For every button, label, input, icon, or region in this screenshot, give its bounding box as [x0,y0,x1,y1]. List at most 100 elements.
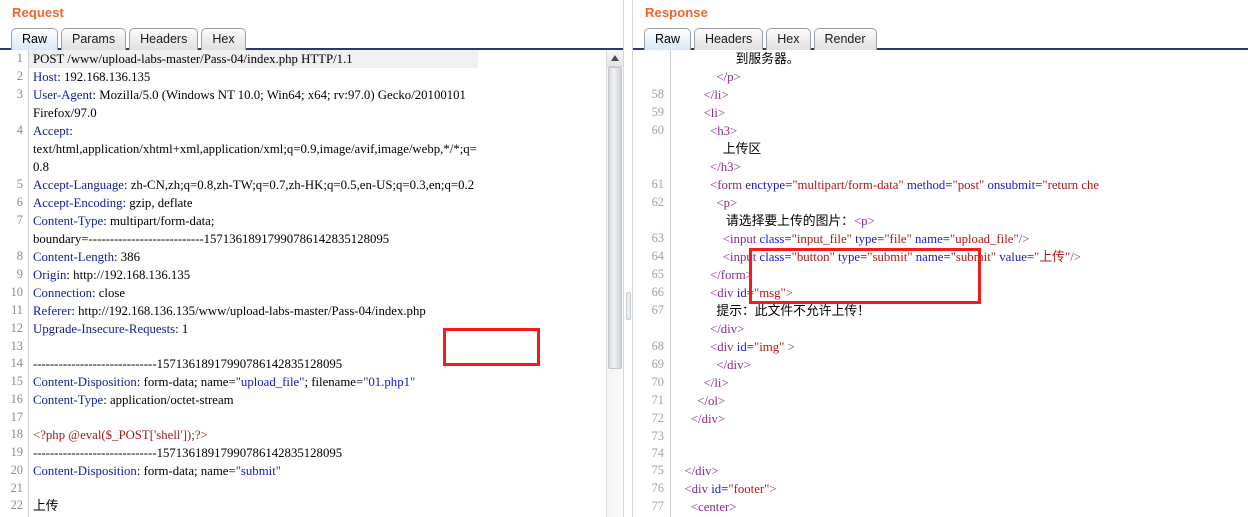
code-line: boundary=---------------------------1571… [0,230,478,248]
code-token: name [915,250,944,264]
code-token: 请选择要上传的图片： [678,214,854,228]
code-token: "submit" [950,250,996,264]
request-tab-params[interactable]: Params [61,28,127,50]
code-token: id [711,482,722,496]
line-content: Host: 192.168.136.135 [29,68,478,86]
line-number: 72 [633,410,671,428]
request-tab-raw[interactable]: Raw [11,28,59,50]
code-line: Firefox/97.0 [0,104,478,122]
line-number: 14 [0,355,29,373]
code-token: <div [710,286,737,300]
code-token: /> [1070,250,1081,264]
line-number: 16 [0,391,29,409]
code-token: -----------------------------15713618917… [33,446,343,460]
line-content: -----------------------------15713618917… [29,444,478,462]
line-content: Firefox/97.0 [29,104,478,122]
line-content: <li> [671,104,1101,122]
line-content: POST /www/upload-labs-master/Pass-04/ind… [28,50,478,68]
code-line: 14 -----------------------------157136189… [0,355,478,373]
response-tab-raw[interactable]: Raw [644,28,692,50]
code-token: </ol> [697,394,726,408]
line-content: Content-Disposition: form-data; name="su… [29,462,478,480]
code-token: Upgrade-Insecure-Requests [33,322,176,336]
code-token: text/html,application/xhtml+xml,applicat… [33,142,477,156]
code-token: Referer [33,304,72,318]
response-tab-hex[interactable]: Hex [766,28,811,50]
code-token: </h3> [710,160,741,174]
code-line: 21 [0,480,478,497]
code-token: <p> [716,196,738,210]
line-number: 11 [0,302,29,320]
code-token: <li> [703,106,726,120]
request-vertical-scrollbar[interactable] [606,50,623,517]
code-token: : form-data; name= [136,464,236,478]
code-token: : 1 [175,322,189,336]
code-token: = [942,232,950,246]
request-tab-hex[interactable]: Hex [201,28,246,50]
scrollbar-thumb[interactable] [608,67,622,369]
code-token: : close [92,286,126,300]
code-token: "img" [753,340,785,354]
line-number: 73 [633,428,671,445]
code-token: Accept-Language [33,178,124,192]
code-line: </div> [633,320,1100,338]
line-number: 62 [633,194,671,212]
code-line: text/html,application/xhtml+xml,applicat… [0,140,478,158]
code-token: </div> [690,412,726,426]
line-number: 20 [0,462,29,480]
line-number: 71 [633,392,671,410]
line-number [0,230,29,248]
code-token: 上传 [33,499,59,513]
code-token: 到服务器。 [678,52,800,66]
code-token: "return che [1042,178,1100,192]
request-code-area[interactable]: 1 POST /www/upload-labs-master/Pass-04/in… [0,50,623,517]
code-line: 6 Accept-Encoding: gzip, deflate [0,194,478,212]
line-number: 7 [0,212,29,230]
response-panel: Response Raw Headers Hex Render 到服务器。 </p> 5… [633,0,1248,517]
response-tab-render[interactable]: Render [813,28,877,50]
code-token: Host [33,70,58,84]
splitter-grip-handle[interactable] [626,292,631,320]
line-number [633,212,671,230]
scroll-up-arrow-icon[interactable] [607,50,623,67]
code-token: Content-Disposition [33,375,137,389]
code-token: Origin [33,268,67,282]
line-number: 9 [0,266,29,284]
response-code-area[interactable]: 到服务器。 </p> 58 </li> 59 <li> 60 <h3> 上传区 </h… [633,50,1248,517]
code-token: : http://192.168.136.135 [66,268,191,282]
line-content: <center> [671,498,1101,516]
code-token: "msg" [753,286,786,300]
code-line: 59 <li> [633,104,1100,122]
line-content: <div id="img" > [671,338,1101,356]
code-token: 上传区 [678,142,762,156]
line-content: text/html,application/xhtml+xml,applicat… [29,140,478,158]
code-token: <div [684,482,712,496]
code-token: id [736,340,747,354]
request-tab-headers[interactable]: Headers [129,28,199,50]
code-line: 11 Referer: http://192.168.136.135/www/up… [0,302,478,320]
code-token: = [746,286,754,300]
response-tab-headers[interactable]: Headers [694,28,764,50]
code-token: POST /www/upload-labs-master/Pass-04/ind… [33,52,353,66]
line-content: Accept-Encoding: gzip, deflate [29,194,478,212]
panel-splitter[interactable] [623,0,633,517]
line-content: Referer: http://192.168.136.135/www/uplo… [29,302,478,320]
line-content: </div> [671,410,1101,428]
code-line: 64 <input class="button" type="submit" n… [633,248,1100,266]
request-panel: Request Raw Params Headers Hex 1 POST /www/u… [0,0,623,517]
line-content: <p> [671,194,1101,212]
line-content: <input class="button" type="submit" name… [671,248,1101,266]
code-line: 74 [633,445,1100,462]
line-number: 75 [633,462,671,480]
line-content: Content-Type: application/octet-stream [29,391,478,409]
code-line: 到服务器。 [633,50,1100,68]
line-number [633,158,671,176]
line-number: 66 [633,284,671,302]
line-number: 74 [633,445,671,462]
